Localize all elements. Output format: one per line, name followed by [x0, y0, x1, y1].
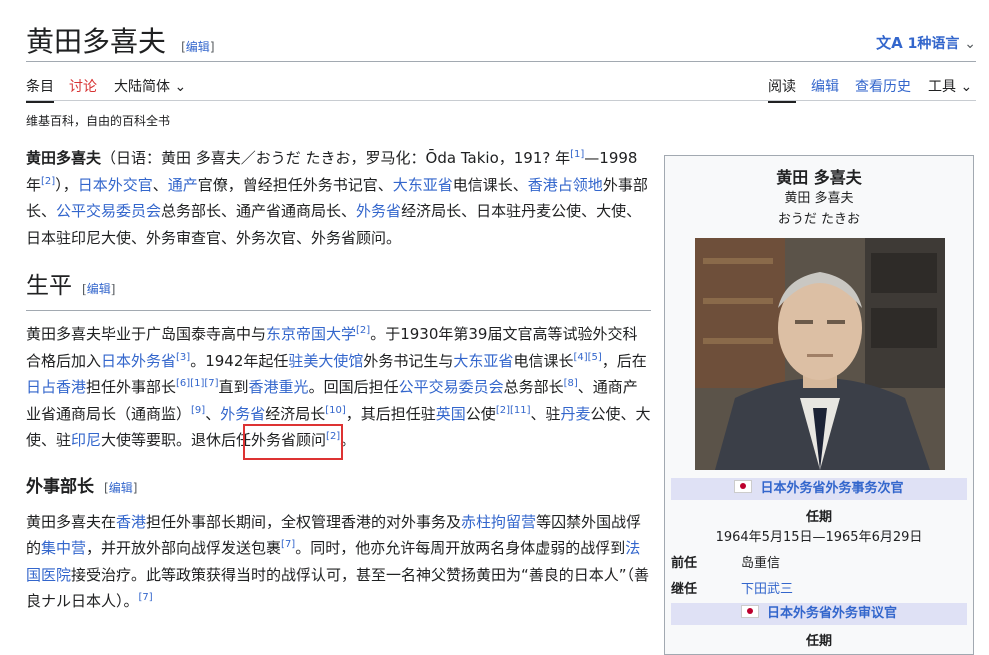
- variant-dropdown[interactable]: 大陆简体 ⌄: [114, 76, 186, 96]
- link[interactable]: 日占香港: [26, 378, 86, 396]
- link-mofa[interactable]: 外务省: [356, 202, 401, 220]
- portrait-photo[interactable]: [695, 238, 945, 470]
- lead-paragraph: 黄田多喜夫（日语：黄田 多喜夫／おうだ たきお，罗马化：Ōda Takio，19…: [26, 149, 648, 247]
- citation[interactable]: [7]: [139, 592, 153, 603]
- link-diplomat[interactable]: 日本外交官: [78, 176, 153, 194]
- page-title: 黄田多喜夫: [26, 25, 167, 58]
- successor-label: 继任: [671, 582, 698, 597]
- citation[interactable]: [2]: [356, 325, 370, 336]
- infobox-office-1[interactable]: 日本外务省外务事务次官: [671, 478, 967, 500]
- citation[interactable]: [6][1][7]: [176, 378, 219, 389]
- citation[interactable]: [7]: [281, 539, 295, 550]
- link[interactable]: 东京帝国大学: [266, 325, 356, 343]
- citation[interactable]: [2]: [326, 431, 340, 442]
- term-label-2: 任期: [805, 634, 832, 649]
- tab-talk[interactable]: 讨论: [69, 76, 97, 96]
- section-heading-biography: 生平 [编辑]: [26, 271, 651, 311]
- link[interactable]: 集中营: [41, 539, 86, 557]
- term-label: 任期: [805, 510, 832, 525]
- japan-flag-icon: [734, 480, 753, 493]
- chevron-down-icon: ⌄: [174, 79, 187, 95]
- predecessor-label: 前任: [671, 556, 698, 571]
- title-row: 黄田多喜夫 [编辑] 文A 1种语言 ⌄: [26, 20, 976, 64]
- link[interactable]: 香港: [116, 513, 146, 531]
- title-edit-link[interactable]: [编辑]: [181, 40, 214, 54]
- infobox-name-jp: 黄田 多喜夫: [784, 191, 854, 206]
- citation[interactable]: [8]: [564, 378, 578, 389]
- predecessor: 岛重信: [741, 556, 781, 571]
- site-tagline: 维基百科，自由的百科全书: [26, 114, 171, 128]
- infobox-name: 黄田 多喜夫: [776, 168, 862, 187]
- link[interactable]: 公平交易委员会: [399, 378, 504, 396]
- link[interactable]: 驻美大使馆: [288, 352, 363, 370]
- link[interactable]: 大东亚省: [453, 352, 513, 370]
- link[interactable]: 外务省: [220, 405, 265, 423]
- infobox: 黄田 多喜夫 黄田 多喜夫 おうだ たきお 日本外务省外务事务次官 任期 196…: [664, 155, 974, 655]
- link[interactable]: 香港重光: [249, 378, 309, 396]
- successor-link[interactable]: 下田武三: [741, 578, 793, 597]
- tab-article[interactable]: 条目: [26, 76, 54, 103]
- page-tabs: 条目 讨论 大陆简体 ⌄ 阅读 编辑 查看历史 工具 ⌄: [26, 70, 976, 103]
- tools-dropdown[interactable]: 工具 ⌄: [928, 76, 972, 96]
- citation[interactable]: [3]: [176, 352, 190, 363]
- link[interactable]: 赤柱拘留营: [461, 513, 536, 531]
- citation[interactable]: [2]: [41, 176, 55, 187]
- tab-history[interactable]: 查看历史: [855, 76, 911, 96]
- tabs-divider: [26, 100, 976, 101]
- link[interactable]: 日本外务省: [101, 352, 176, 370]
- infobox-office-2[interactable]: 日本外务省外务审议官: [671, 603, 967, 625]
- chevron-down-icon: ⌄: [960, 79, 973, 95]
- title-divider: [26, 61, 976, 62]
- japan-flag-icon: [740, 605, 759, 618]
- tab-read[interactable]: 阅读: [768, 76, 796, 103]
- citation[interactable]: [1]: [570, 149, 584, 160]
- link-indonesia[interactable]: 印尼: [71, 431, 101, 449]
- tab-edit[interactable]: 编辑: [811, 76, 839, 96]
- chevron-down-icon: ⌄: [964, 36, 976, 52]
- link[interactable]: 丹麦: [561, 405, 591, 423]
- citation[interactable]: [10]: [325, 405, 346, 416]
- section-edit-link[interactable]: [编辑]: [104, 481, 137, 495]
- biography-paragraph: 黄田多喜夫毕业于广岛国泰寺高中与东京帝国大学[2]。于1930年第39届文官高等…: [26, 325, 651, 449]
- section-edit-link[interactable]: [编辑]: [82, 282, 115, 296]
- language-button[interactable]: 文A 1种语言 ⌄: [876, 32, 976, 53]
- term-dates: 1964年5月15日—1965年6月29日: [715, 530, 923, 545]
- citation[interactable]: [4][5]: [573, 352, 601, 363]
- citation[interactable]: [9]: [191, 405, 205, 416]
- foreign-affairs-paragraph: 黄田多喜夫在香港担任外事部长期间，全权管理香港的对外事务及赤柱拘留营等囚禁外国战…: [26, 512, 650, 611]
- link-hk-occupied[interactable]: 香港占领地: [528, 176, 603, 194]
- section-heading-foreign-affairs: 外事部长 [编辑]: [26, 476, 138, 497]
- article-body: 黄田多喜夫（日语：黄田 多喜夫／おうだ たきお，罗马化：Ōda Takio，19…: [26, 145, 651, 627]
- link-greater-east-asia[interactable]: 大东亚省: [393, 176, 453, 194]
- link-miti[interactable]: 通产: [168, 176, 198, 194]
- translate-icon: 文A: [876, 34, 903, 52]
- infobox-name-kana: おうだ たきお: [777, 212, 861, 227]
- link-ftc[interactable]: 公平交易委员会: [56, 202, 161, 220]
- citation[interactable]: [2][11]: [496, 405, 531, 416]
- link[interactable]: 英国: [436, 405, 466, 423]
